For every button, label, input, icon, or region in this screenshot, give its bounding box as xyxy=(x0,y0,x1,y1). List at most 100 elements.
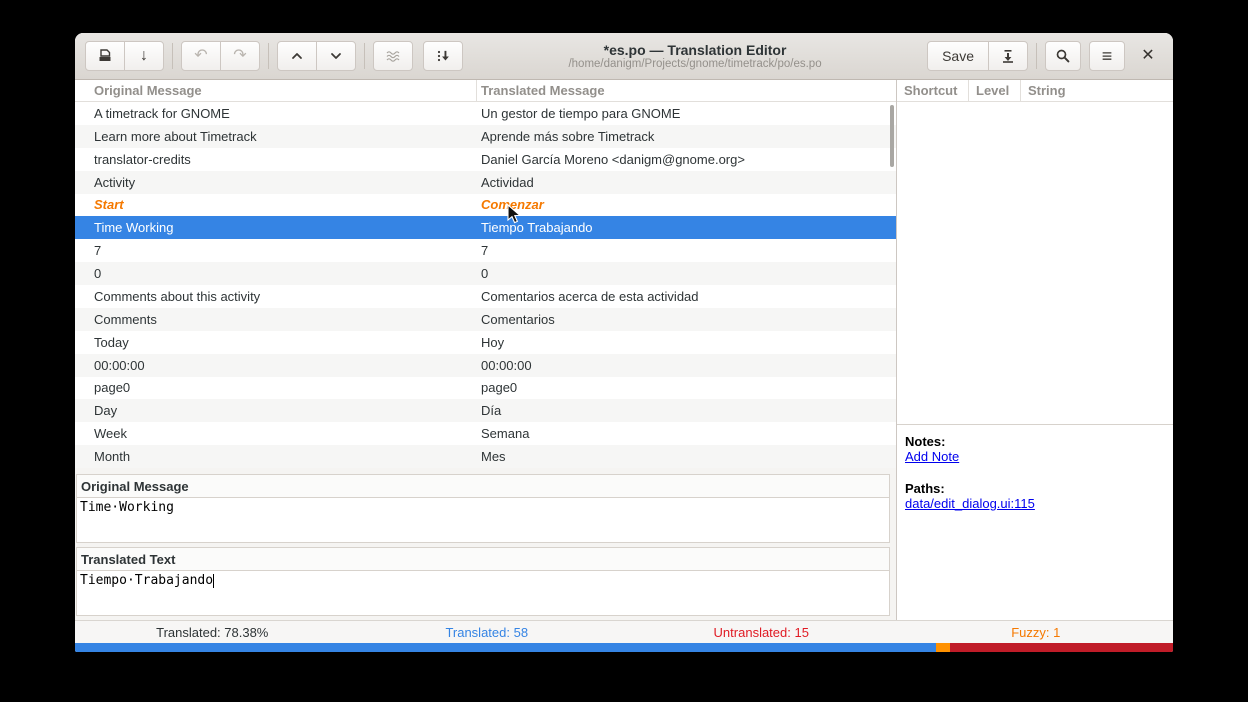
undo-redo-group: ↶ ↷ xyxy=(181,41,260,71)
status-untranslated-count: Untranslated: 15 xyxy=(624,625,899,640)
original-cell: 00:00:00 xyxy=(75,358,477,373)
table-row[interactable]: Time WorkingTiempo Trabajando xyxy=(75,216,896,239)
translated-cell: Aprende más sobre Timetrack xyxy=(477,129,896,144)
arrow-down-icon: ↓ xyxy=(140,48,148,64)
previous-message-button[interactable] xyxy=(277,41,317,71)
table-row[interactable]: 00:00:0000:00:00 xyxy=(75,354,896,377)
table-row[interactable]: 77 xyxy=(75,239,896,262)
hamburger-menu-icon: ≡ xyxy=(1102,47,1113,65)
close-window-button[interactable]: ✕ xyxy=(1133,41,1163,71)
original-cell: Start xyxy=(75,197,477,212)
table-row[interactable]: page0page0 xyxy=(75,377,896,400)
table-row[interactable]: Learn more about TimetrackAprende más so… xyxy=(75,125,896,148)
table-row[interactable]: DayDía xyxy=(75,399,896,422)
chevron-up-icon xyxy=(290,49,304,63)
message-area: Original Message Translated Message A ti… xyxy=(75,80,897,620)
table-row[interactable]: CommentsComentarios xyxy=(75,308,896,331)
toolbar-separator xyxy=(268,43,269,69)
progress-untranslated-segment xyxy=(950,643,1173,652)
column-header-shortcut[interactable]: Shortcut xyxy=(897,80,969,101)
original-cell: Comments xyxy=(75,312,477,327)
table-row[interactable]: TodayHoy xyxy=(75,331,896,354)
translated-cell: Un gestor de tiempo para GNOME xyxy=(477,106,896,121)
text-caret xyxy=(213,574,214,588)
headerbar: ↓ ↶ ↷ xyxy=(75,33,1173,80)
menu-button[interactable]: ≡ xyxy=(1089,41,1125,71)
path-link[interactable]: data/edit_dialog.ui:115 xyxy=(905,496,1035,511)
translated-cell: 7 xyxy=(477,243,896,258)
table-row[interactable]: StartComenzar xyxy=(75,194,896,217)
original-cell: page0 xyxy=(75,380,477,395)
toolbar-separator xyxy=(1036,43,1037,69)
toolbar-separator xyxy=(172,43,173,69)
redo-button[interactable]: ↷ xyxy=(220,41,260,71)
redo-icon: ↷ xyxy=(233,48,246,64)
translated-text-input[interactable]: Tiempo·Trabajando xyxy=(76,571,890,616)
table-row[interactable]: Comments about this activityComentarios … xyxy=(75,285,896,308)
table-row[interactable]: MonthMes xyxy=(75,445,896,468)
message-table-body[interactable]: A timetrack for GNOMEUn gestor de tiempo… xyxy=(75,102,896,468)
translated-cell: Actividad xyxy=(477,175,896,190)
translated-cell: Hoy xyxy=(477,335,896,350)
column-header-string[interactable]: String xyxy=(1021,80,1173,101)
original-cell: Activity xyxy=(75,175,477,190)
translated-cell: 0 xyxy=(477,266,896,281)
translated-cell: Semana xyxy=(477,426,896,441)
original-cell: Time Working xyxy=(75,220,477,235)
translated-cell: Mes xyxy=(477,449,896,464)
table-row[interactable]: 00 xyxy=(75,262,896,285)
save-button[interactable]: Save xyxy=(927,41,989,71)
window-body: Original Message Translated Message A ti… xyxy=(75,80,1173,620)
original-cell: Today xyxy=(75,335,477,350)
open-file-button[interactable] xyxy=(85,41,125,71)
save-as-button[interactable] xyxy=(988,41,1028,71)
translated-cell: 00:00:00 xyxy=(477,358,896,373)
translated-cell: Comentarios acerca de esta actividad xyxy=(477,289,896,304)
fuzzy-waves-icon xyxy=(385,48,401,64)
table-row[interactable]: translator-creditsDaniel García Moreno <… xyxy=(75,148,896,171)
table-row[interactable]: WeekSemana xyxy=(75,422,896,445)
notes-label: Notes: xyxy=(905,434,1165,449)
column-header-translated[interactable]: Translated Message xyxy=(477,80,896,101)
document-open-icon xyxy=(97,48,113,64)
translated-cell: page0 xyxy=(477,380,896,395)
sidebar-table-header: Shortcut Level String xyxy=(897,80,1173,102)
toggle-fuzzy-button[interactable] xyxy=(373,41,413,71)
translated-cell: Tiempo Trabajando xyxy=(477,220,896,235)
translated-text-value: Tiempo·Trabajando xyxy=(80,573,213,588)
original-cell: Comments about this activity xyxy=(75,289,477,304)
translation-progress-bar xyxy=(75,643,1173,652)
original-message-textview: Time·Working xyxy=(76,498,890,543)
window-subtitle: /home/danigm/Projects/gnome/timetrack/po… xyxy=(471,58,919,70)
table-row[interactable]: ActivityActividad xyxy=(75,171,896,194)
search-button[interactable] xyxy=(1045,41,1081,71)
translated-cell: Comentarios xyxy=(477,312,896,327)
shortcut-list-empty xyxy=(897,102,1173,424)
table-row[interactable]: A timetrack for GNOMEUn gestor de tiempo… xyxy=(75,102,896,125)
original-cell: Learn more about Timetrack xyxy=(75,129,477,144)
message-table-header: Original Message Translated Message xyxy=(75,80,896,102)
original-cell: A timetrack for GNOME xyxy=(75,106,477,121)
save-as-icon xyxy=(1000,48,1016,64)
dots-down-arrow-icon xyxy=(435,48,451,64)
vertical-scrollbar[interactable] xyxy=(890,105,894,167)
close-icon: ✕ xyxy=(1141,48,1154,64)
undo-icon: ↶ xyxy=(194,48,207,64)
file-tool-group: ↓ xyxy=(85,41,164,71)
download-po-button[interactable]: ↓ xyxy=(124,41,164,71)
original-message-label: Original Message xyxy=(81,479,189,494)
status-fuzzy-count: Fuzzy: 1 xyxy=(899,625,1174,640)
original-cell: Month xyxy=(75,449,477,464)
jump-next-untranslated-button[interactable] xyxy=(423,41,463,71)
translated-text-panel-header: Translated Text xyxy=(76,547,890,571)
original-cell: Week xyxy=(75,426,477,441)
translation-editor-window: ↓ ↶ ↷ xyxy=(75,33,1173,652)
add-note-link[interactable]: Add Note xyxy=(905,449,959,464)
toolbar-separator xyxy=(364,43,365,69)
column-header-level[interactable]: Level xyxy=(969,80,1021,101)
undo-button[interactable]: ↶ xyxy=(181,41,221,71)
next-message-button[interactable] xyxy=(316,41,356,71)
editor-panels: Original Message Time·Working Translated… xyxy=(75,468,896,620)
status-translated-count: Translated: 58 xyxy=(350,625,625,640)
column-header-original[interactable]: Original Message xyxy=(75,80,477,101)
